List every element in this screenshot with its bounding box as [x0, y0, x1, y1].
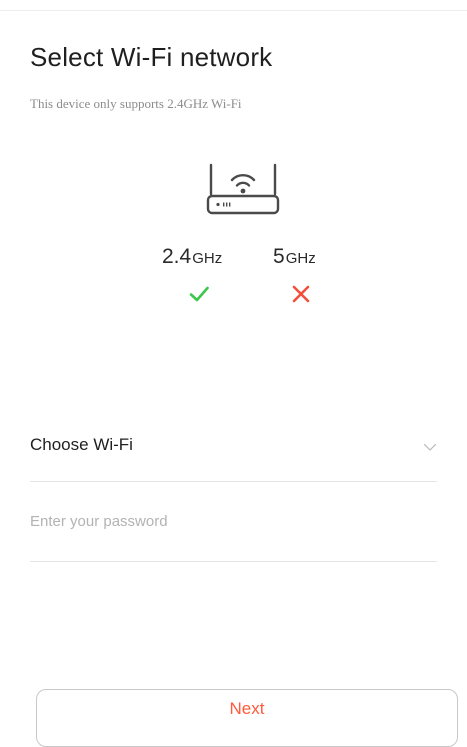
- choose-wifi-label: Choose Wi-Fi: [30, 435, 133, 454]
- band-value: 5: [273, 245, 285, 268]
- top-divider: [0, 10, 467, 11]
- band-unit: GHz: [285, 250, 316, 267]
- page-subtitle: This device only supports 2.4GHz Wi-Fi: [30, 96, 242, 111]
- band-unit: GHz: [192, 250, 223, 267]
- next-button[interactable]: Next: [36, 689, 458, 747]
- chevron-down-icon: [423, 443, 437, 451]
- cross-icon: [292, 285, 310, 303]
- choose-wifi-select[interactable]: Choose Wi-Fi: [30, 420, 437, 476]
- password-divider: [30, 561, 437, 562]
- wifi-divider: [30, 481, 437, 482]
- band-5ghz-label: 5GHz: [273, 246, 316, 267]
- band-value: 2.4: [162, 245, 192, 268]
- page-title: Select Wi-Fi network: [30, 42, 273, 72]
- router-wifi-icon: [206, 163, 280, 215]
- password-input[interactable]: [30, 505, 437, 537]
- band-2-4ghz-label: 2.4GHz: [162, 246, 222, 267]
- check-icon: [189, 286, 209, 302]
